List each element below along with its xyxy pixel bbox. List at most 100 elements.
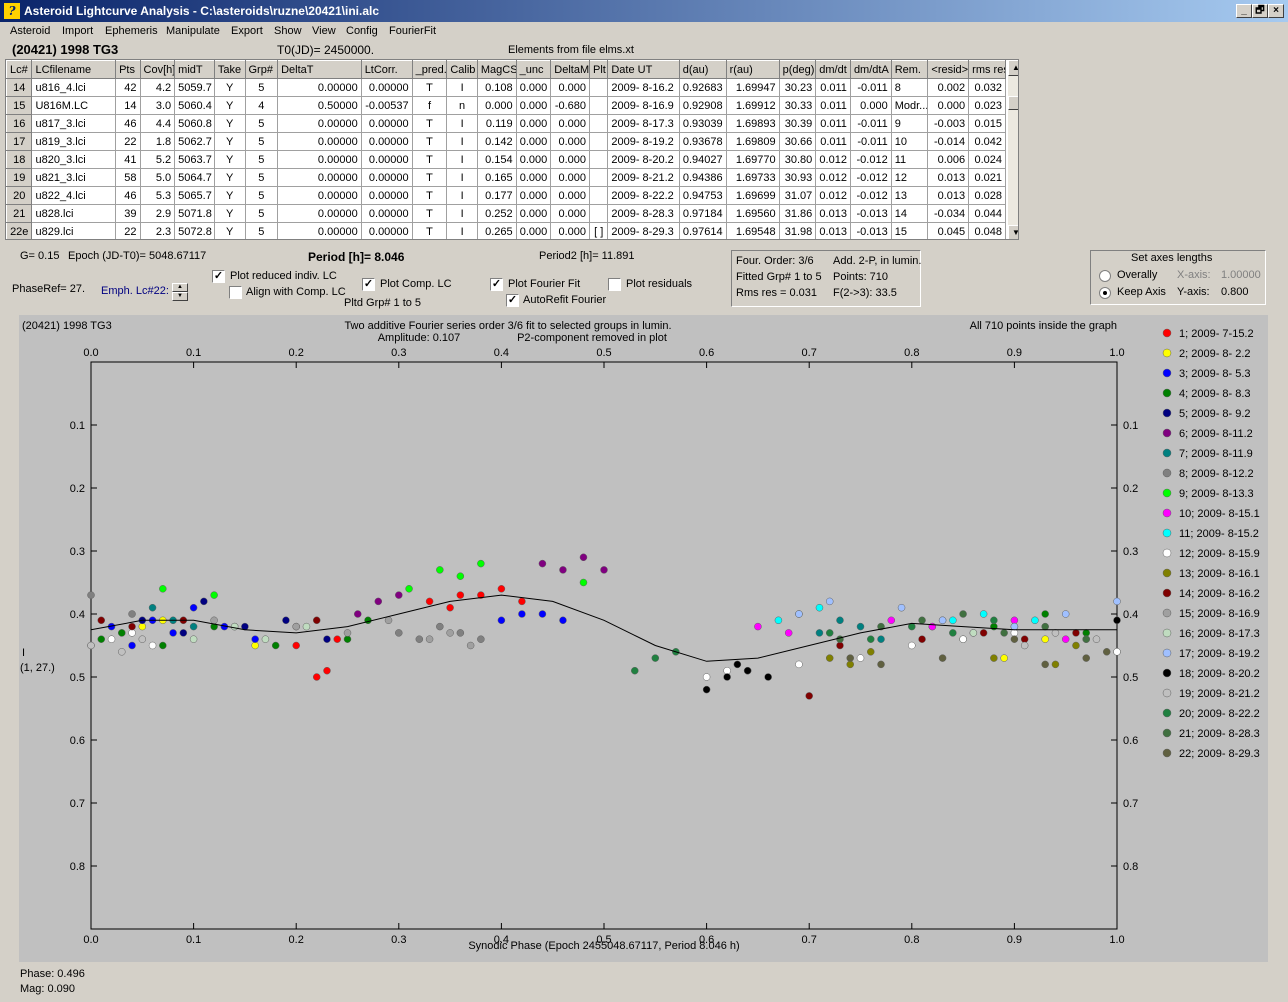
table-row[interactable]: 18 u820_3.lci 41 5.2 5063.7 Y 5 0.00000 0.00000 T… — [6, 150, 1006, 169]
table-cell[interactable]: 5 — [245, 186, 279, 205]
table-cell[interactable]: Y — [214, 204, 246, 223]
table-cell[interactable]: 0.032 — [968, 78, 1006, 97]
table-cell[interactable]: 0.265 — [477, 222, 517, 239]
table-cell[interactable]: 30.33 — [779, 96, 817, 115]
table-cell[interactable]: -0.013 — [850, 204, 892, 223]
column-header[interactable]: <resid> — [927, 60, 970, 79]
table-cell[interactable]: 0.000 — [550, 78, 591, 97]
table-cell[interactable]: -0.680 — [550, 96, 591, 115]
table-cell[interactable]: 46 — [115, 114, 141, 133]
table-cell[interactable]: 0.000 — [550, 114, 591, 133]
table-cell[interactable]: 0.00000 — [361, 204, 413, 223]
table-cell[interactable]: Y — [214, 78, 246, 97]
table-cell[interactable]: 0.021 — [968, 168, 1006, 187]
table-cell[interactable]: u828.lci — [31, 204, 117, 223]
table-cell[interactable]: -0.034 — [927, 204, 970, 223]
table-cell[interactable]: 0.92683 — [679, 78, 727, 97]
table-row[interactable]: 19 u821_3.lci 58 5.0 5064.7 Y 5 0.00000 0.00000 T… — [6, 168, 1006, 187]
table-cell[interactable]: U816M.LC — [31, 96, 117, 115]
table-cell[interactable]: u829.lci — [31, 222, 117, 239]
table-cell[interactable]: 20 — [6, 186, 33, 205]
table-cell[interactable]: 0.154 — [477, 150, 517, 169]
table-cell[interactable]: 0.94386 — [679, 168, 727, 187]
table-cell[interactable]: 30.39 — [779, 114, 817, 133]
table-cell[interactable]: 2009- 8-17.3 — [607, 114, 680, 133]
column-header[interactable]: midT — [174, 60, 215, 79]
table-cell[interactable] — [589, 132, 609, 151]
yaxis-value[interactable]: 0.800 — [1221, 286, 1249, 298]
table-cell[interactable]: T — [412, 186, 448, 205]
table-cell[interactable]: 16 — [6, 114, 33, 133]
table-cell[interactable]: Y — [214, 168, 246, 187]
table-cell[interactable]: u821_3.lci — [31, 168, 117, 187]
table-cell[interactable]: 1.69770 — [726, 150, 780, 169]
table-cell[interactable]: 0.252 — [477, 204, 517, 223]
table-cell[interactable]: 5 — [245, 114, 279, 133]
table-cell[interactable]: 1.69893 — [726, 114, 780, 133]
table-cell[interactable]: 5 — [245, 204, 279, 223]
table-cell[interactable]: 42 — [115, 78, 141, 97]
table-row[interactable]: 17 u819_3.lci 22 1.8 5062.7 Y 5 0.00000 0.00000 T… — [6, 132, 1006, 151]
table-cell[interactable]: 0.00000 — [361, 150, 413, 169]
table-cell[interactable]: 0.000 — [550, 168, 591, 187]
table-cell[interactable]: 3.0 — [140, 96, 176, 115]
table-cell[interactable]: I — [446, 168, 478, 187]
scroll-down-button[interactable]: ▼ — [1008, 225, 1018, 239]
overall-radio[interactable] — [1099, 270, 1111, 282]
table-cell[interactable]: 21 — [6, 204, 33, 223]
table-cell[interactable]: 4 — [245, 96, 279, 115]
table-cell[interactable]: 0.015 — [968, 114, 1006, 133]
table-cell[interactable]: 0.94753 — [679, 186, 727, 205]
table-cell[interactable]: 0.92908 — [679, 96, 727, 115]
table-cell[interactable]: 2.3 — [140, 222, 176, 239]
menu-config[interactable]: Config — [346, 25, 378, 37]
plot-comp-checkbox[interactable]: ✓ — [362, 278, 375, 291]
table-cell[interactable]: 0.00000 — [277, 150, 362, 169]
table-cell[interactable]: 0.00000 — [361, 222, 413, 239]
table-cell[interactable]: 0.013 — [927, 186, 970, 205]
column-header[interactable]: DeltaT — [277, 60, 362, 79]
table-cell[interactable]: [ ] — [589, 222, 609, 239]
table-cell[interactable] — [589, 186, 609, 205]
table-cell[interactable]: f — [412, 96, 448, 115]
column-header[interactable]: Cov[h] — [139, 60, 176, 79]
table-cell[interactable]: 0.006 — [927, 150, 970, 169]
table-cell[interactable]: 5072.8 — [174, 222, 215, 239]
column-header[interactable]: Plt — [589, 60, 609, 79]
table-cell[interactable]: 5062.7 — [174, 132, 215, 151]
table-cell[interactable]: 0.013 — [815, 204, 851, 223]
table-cell[interactable] — [589, 168, 609, 187]
table-cell[interactable]: 1.69912 — [726, 96, 780, 115]
table-cell[interactable]: 46 — [115, 186, 141, 205]
table-cell[interactable]: 17 — [6, 132, 33, 151]
minimize-button[interactable]: _ — [1236, 4, 1252, 18]
table-cell[interactable]: 0.000 — [550, 204, 591, 223]
table-cell[interactable]: u816_4.lci — [31, 78, 117, 97]
table-cell[interactable]: 31.98 — [779, 222, 817, 239]
table-cell[interactable]: 5 — [245, 150, 279, 169]
table-cell[interactable]: -0.012 — [850, 168, 892, 187]
table-cell[interactable]: 22e — [6, 222, 33, 239]
table-cell[interactable]: 0.000 — [516, 222, 552, 239]
table-cell[interactable]: 1.69809 — [726, 132, 780, 151]
table-cell[interactable]: 1.69947 — [726, 78, 780, 97]
table-cell[interactable]: T — [412, 78, 448, 97]
table-cell[interactable]: 0.177 — [477, 186, 517, 205]
table-cell[interactable]: 11 — [891, 150, 929, 169]
table-cell[interactable]: Y — [214, 96, 246, 115]
table-cell[interactable]: T — [412, 132, 448, 151]
column-header[interactable]: Calib — [446, 60, 478, 79]
table-cell[interactable]: I — [446, 114, 478, 133]
table-cell[interactable]: 12 — [891, 168, 929, 187]
menu-export[interactable]: Export — [231, 25, 263, 37]
table-cell[interactable] — [589, 204, 609, 223]
table-cell[interactable]: 8 — [891, 78, 929, 97]
plot-reduced-checkbox[interactable]: ✓ — [212, 270, 225, 283]
table-cell[interactable]: T — [412, 168, 448, 187]
table-cell[interactable]: -0.00537 — [361, 96, 413, 115]
table-cell[interactable]: Y — [214, 132, 246, 151]
table-cell[interactable]: 0.00000 — [277, 204, 362, 223]
table-cell[interactable]: 5 — [245, 132, 279, 151]
table-cell[interactable]: 0.00000 — [361, 168, 413, 187]
table-cell[interactable]: I — [446, 150, 478, 169]
